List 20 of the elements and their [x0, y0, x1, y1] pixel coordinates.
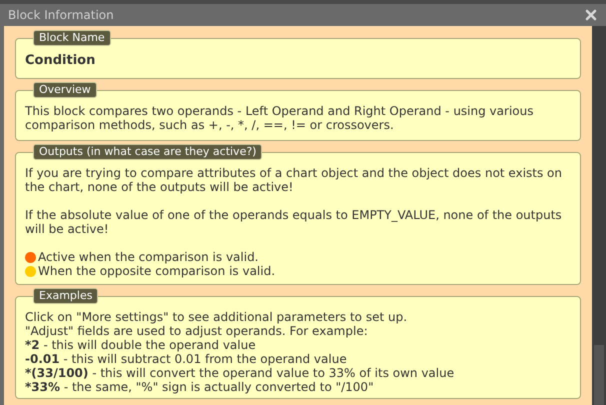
scrollbar[interactable]: [592, 26, 606, 405]
example-line: "Adjust" fields are used to adjust operands. For example:: [25, 324, 369, 338]
output-text: When the opposite comparison is valid.: [38, 264, 276, 278]
close-icon: [585, 9, 597, 21]
section-text: If you are trying to compare attributes of a chart object and the object does not exists on the chart, none of the outputs will be active!: [25, 166, 564, 194]
section-label: Block Name: [33, 30, 111, 46]
example-line: *(33/100) - this will convert the operand value to 33% of its own value: [25, 366, 456, 380]
close-button[interactable]: [584, 8, 598, 22]
example-line: *2 - this will double the operand value: [25, 338, 257, 352]
section-text: Condition: [25, 54, 96, 68]
section-label: Examples: [33, 288, 98, 304]
example-line: *33% - the same, "%" sign is actually converted to "/100": [25, 380, 375, 394]
example-line: -0.01 - this will subtract 0.01 from the operand value: [25, 352, 348, 366]
section-label: Outputs (in what case are they active?): [33, 144, 262, 160]
section-label: Overview: [33, 82, 97, 98]
output-text: Active when the comparison is valid.: [38, 250, 258, 264]
example-line: Click on "More settings" to see additional parameters to set up.: [25, 310, 408, 324]
section-text: This block compares two operands - Left Operand and Right Operand - using various comparison methods, such as +, -, *, /, ==, != or crossovers.: [25, 104, 534, 132]
window-title: Block Information: [8, 7, 114, 24]
section-text: If the absolute value of one of the operands equals to EMPTY_VALUE, none of the outputs will be active!: [25, 208, 563, 236]
